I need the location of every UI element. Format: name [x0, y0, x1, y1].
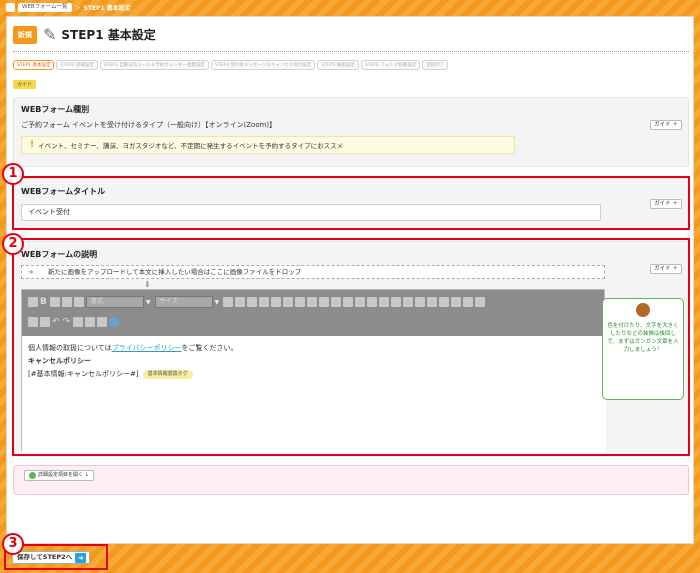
advanced-settings-section: 詳細設定項目を開く ↓ [13, 465, 689, 495]
highlight-box-1 [12, 176, 690, 230]
step-6: STEP6 フォルダ移動設定 [360, 60, 421, 70]
step-3: STEP3 自動返信メール＆予約カレンダー連携設定 [99, 60, 209, 70]
step-progress: STEP1 基本設定 STEP2 詳細設定 STEP3 自動返信メール＆予約カレ… [13, 60, 449, 70]
header-divider [13, 51, 689, 52]
breadcrumb-form-list[interactable]: WEBフォーム一覧 [18, 2, 72, 12]
guide-toggle[interactable]: ガイド [13, 80, 37, 89]
breadcrumb: WEBフォーム一覧 ＞ STEP1 基本設定 [0, 0, 700, 14]
open-advanced-button[interactable]: 詳細設定項目を開く ↓ [24, 470, 94, 481]
warning-icon: ! [30, 140, 35, 150]
breadcrumb-separator: ＞ [74, 4, 81, 12]
annotation-2: 2 [2, 233, 24, 255]
step-complete: 登録完了 [422, 60, 449, 70]
form-type-note: ! イベント、セミナー、講演、ヨガスタジオなど、不定期に発生するイベントを予約す… [21, 136, 515, 154]
step-5: STEP5 権能設定 [317, 60, 359, 70]
step-4: STEP4 受付後メッセージ＆キャンセル受付設定 [210, 60, 316, 70]
new-badge: 新規 [13, 25, 37, 44]
highlight-box-2 [12, 238, 690, 456]
step-2: STEP2 詳細設定 [56, 60, 98, 70]
annotation-1: 1 [2, 163, 24, 185]
guide-button[interactable]: ガイド ＋ [650, 120, 682, 130]
form-type-section: WEBフォーム種別 ご予約フォーム イベントを受け付けるタイプ（一般向け）【オン… [13, 97, 689, 167]
plus-icon [29, 472, 36, 479]
page-header: 新規 ✎ STEP1 基本設定 [13, 25, 156, 44]
home-icon[interactable] [6, 2, 15, 12]
form-type-label: WEBフォーム種別 [21, 105, 90, 114]
pencil-icon: ✎ [43, 25, 57, 44]
annotation-3: 3 [2, 533, 24, 555]
form-type-value: ご予約フォーム イベントを受け付けるタイプ（一般向け）【オンライン(Zoom)】 [21, 121, 277, 129]
step-1: STEP1 基本設定 [13, 60, 55, 70]
page-title: STEP1 基本設定 [61, 28, 156, 42]
breadcrumb-current: STEP1 基本設定 [83, 4, 131, 12]
